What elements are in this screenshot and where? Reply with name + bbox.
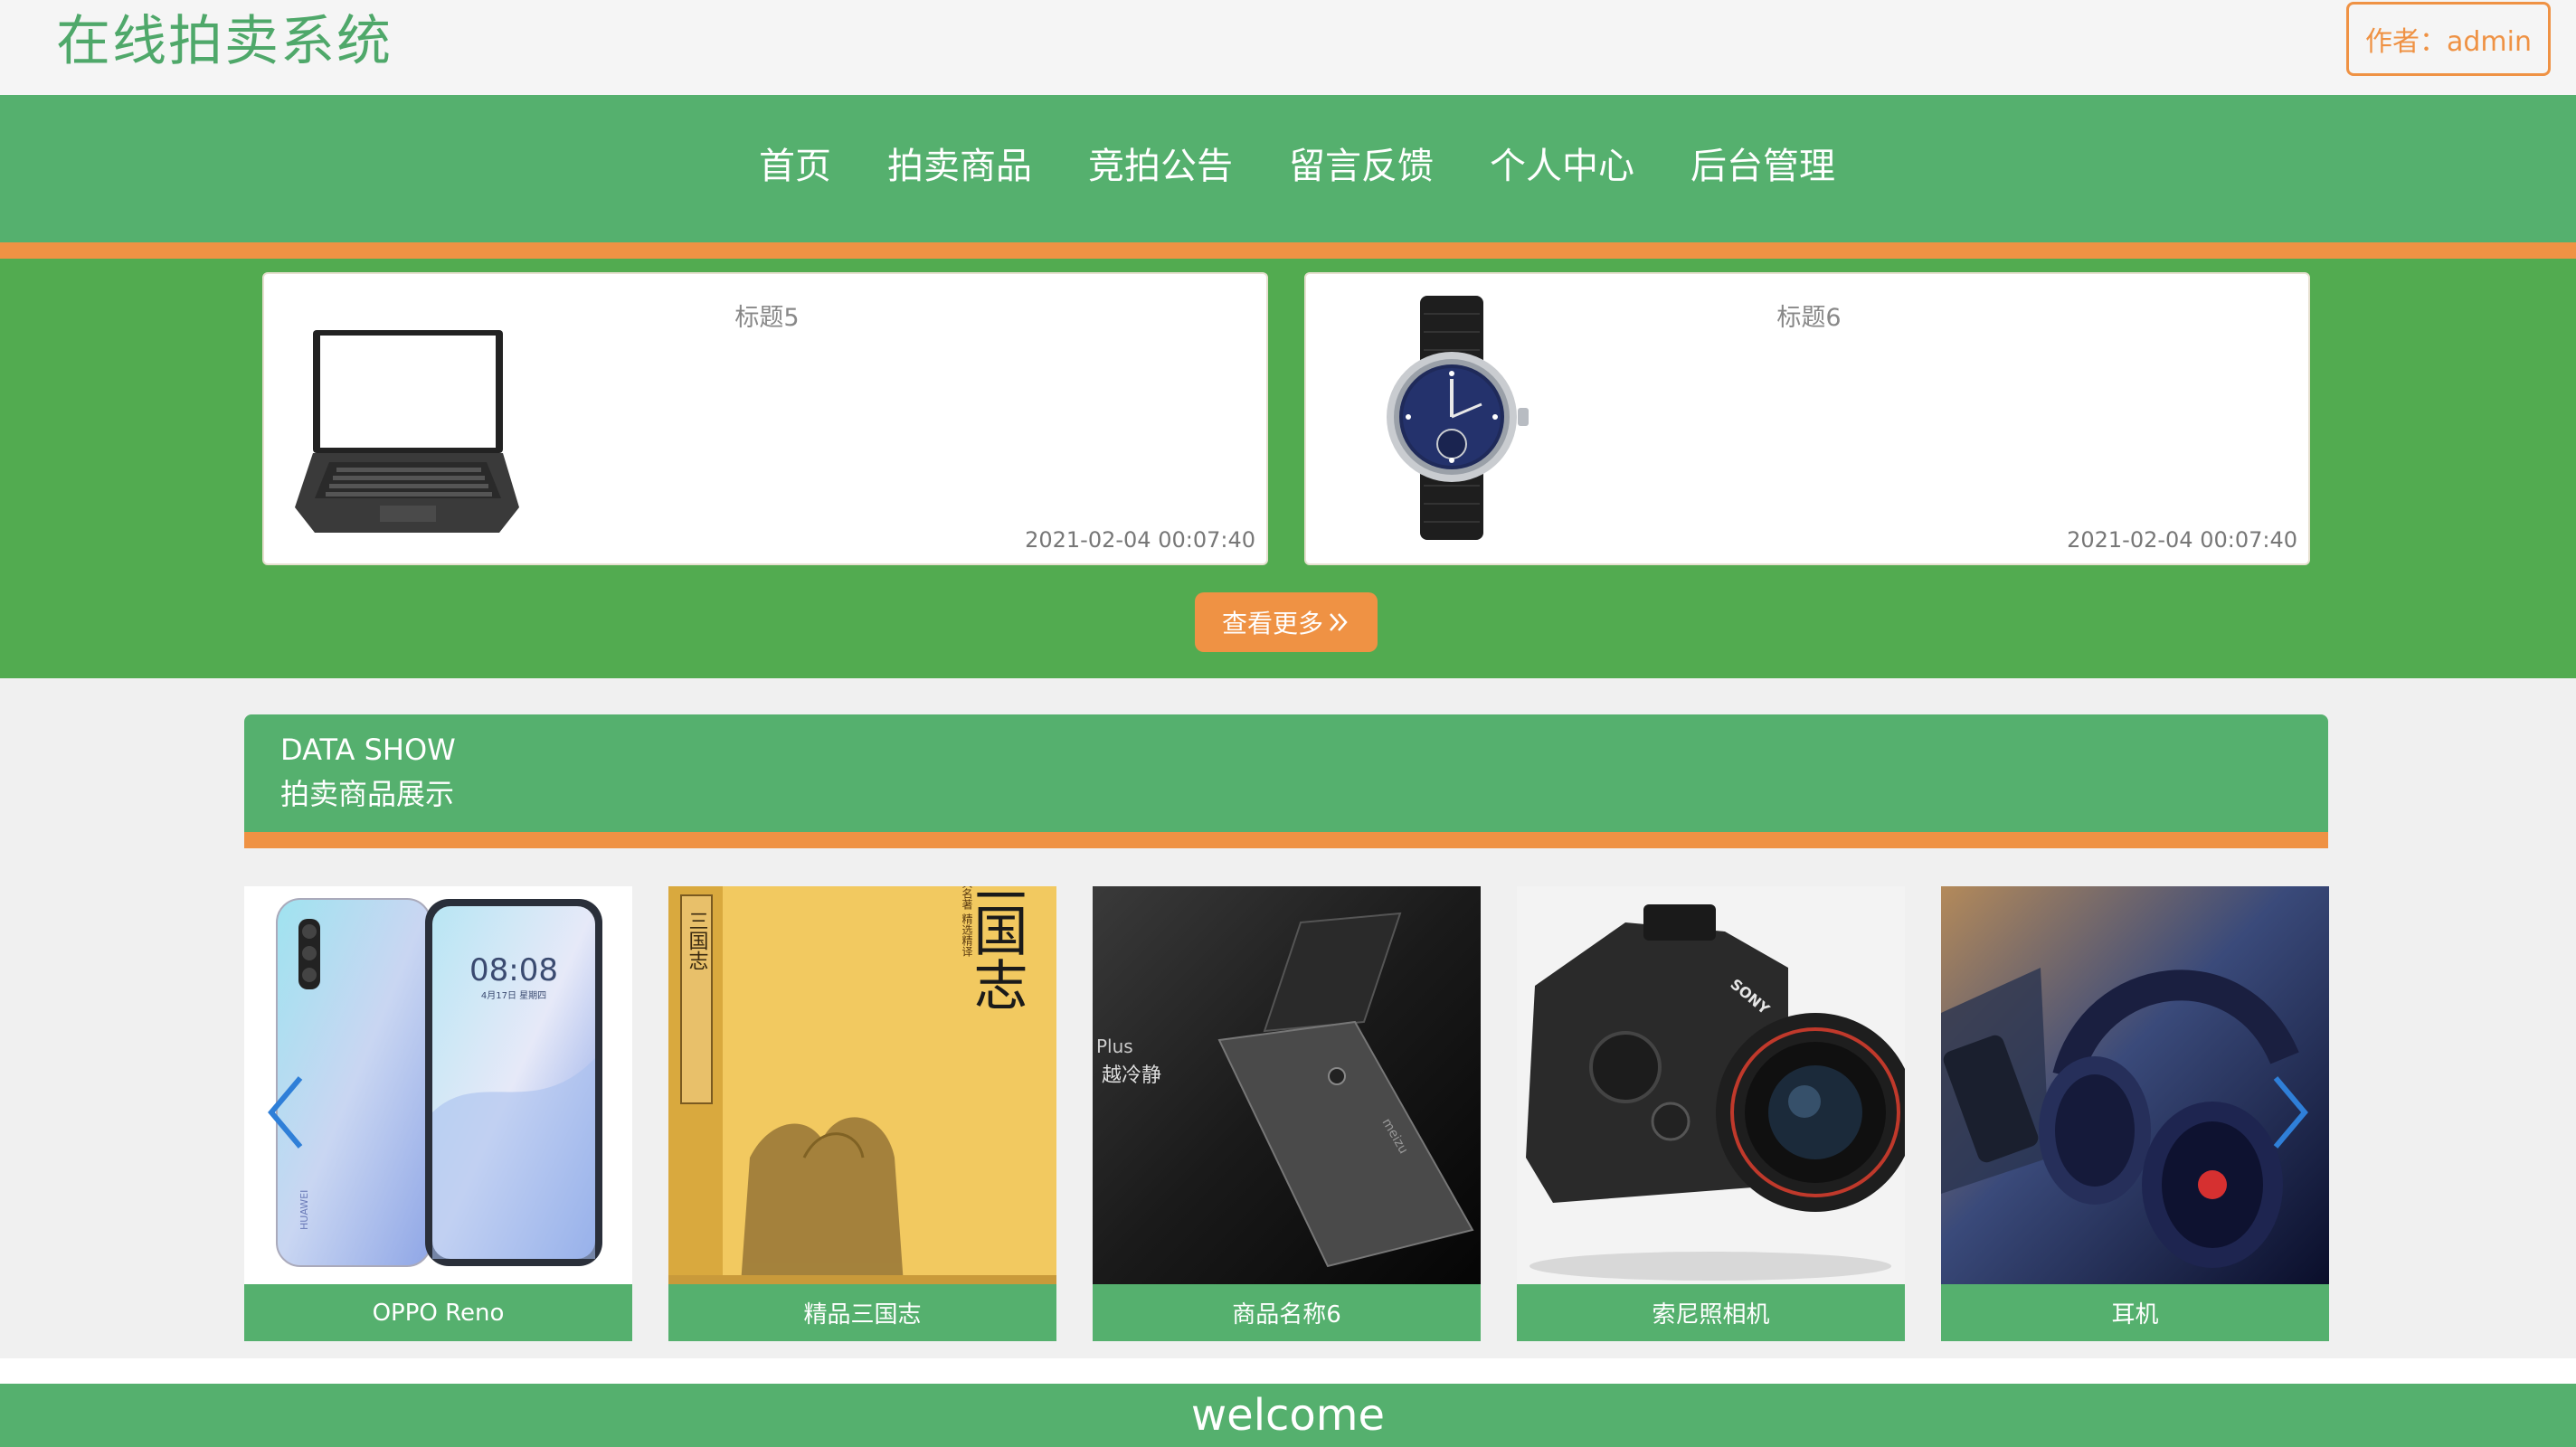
book-subtitle: 古典名著 精选精译 xyxy=(961,886,973,957)
double-chevron-right-icon xyxy=(1330,613,1348,631)
product-card[interactable]: Plus 越冷静 meizu 商品名称6 xyxy=(1093,886,1481,1341)
product-name[interactable]: 精品三国志 xyxy=(668,1284,1056,1341)
phone-clock: 08:08 xyxy=(469,952,558,988)
phone-ad-line2: 越冷静 xyxy=(1102,1064,1161,1087)
phone-ad-line1: Plus xyxy=(1096,1036,1133,1057)
section-divider xyxy=(244,832,2328,848)
product-card[interactable]: SONY 索尼照相机 xyxy=(1517,886,1905,1341)
section-title-cn: 拍卖商品展示 xyxy=(280,777,455,811)
product-image: SONY xyxy=(1517,886,1905,1284)
footer-banner: welcome xyxy=(0,1384,2576,1447)
news-section: 标题5 2021-02-04 00:07:40 标题6 2021-02-04 0… xyxy=(0,259,2576,678)
nav-item-home[interactable]: 首页 xyxy=(759,137,831,189)
nav-item-auction-goods[interactable]: 拍卖商品 xyxy=(887,137,1032,189)
product-name[interactable]: 商品名称6 xyxy=(1093,1284,1481,1341)
nav-divider xyxy=(0,242,2576,259)
product-name[interactable]: 索尼照相机 xyxy=(1517,1284,1905,1341)
news-title[interactable]: 标题5 xyxy=(264,298,1270,333)
product-name[interactable]: 耳机 xyxy=(1941,1284,2329,1341)
news-date: 2021-02-04 00:07:40 xyxy=(1025,527,1255,553)
nav-item-feedback[interactable]: 留言反馈 xyxy=(1289,137,1434,189)
view-more-button[interactable]: 查看更多 xyxy=(1195,592,1378,652)
nav-item-admin[interactable]: 后台管理 xyxy=(1690,137,1835,189)
carousel-next-arrow-icon[interactable] xyxy=(2261,1067,2316,1158)
news-title[interactable]: 标题6 xyxy=(1306,298,2312,333)
page: 在线拍卖系统 作者：admin 首页 拍卖商品 竞拍公告 留言反馈 个人中心 后… xyxy=(0,0,2576,1447)
view-more-label: 查看更多 xyxy=(1221,609,1323,638)
phone-brand-text: HUAWEI xyxy=(298,1190,310,1230)
book-title: 三国志 xyxy=(964,886,1028,1011)
author-badge[interactable]: 作者：admin xyxy=(2346,2,2551,76)
product-image: 三国志 三国志 古典名著 精选精译 xyxy=(668,886,1056,1284)
carousel-prev-arrow-icon[interactable] xyxy=(260,1067,315,1158)
site-title: 在线拍卖系统 xyxy=(56,10,393,73)
section-title-en: DATA SHOW xyxy=(280,733,456,767)
product-card[interactable]: 三国志 三国志 古典名著 精选精译 精品三国志 xyxy=(668,886,1056,1341)
nav-item-user-center[interactable]: 个人中心 xyxy=(1490,137,1634,189)
top-header: 在线拍卖系统 作者：admin xyxy=(0,0,2576,95)
product-image: Plus 越冷静 meizu xyxy=(1093,886,1481,1284)
main-navigation: 首页 拍卖商品 竞拍公告 留言反馈 个人中心 后台管理 xyxy=(0,95,2576,242)
product-carousel: HUAWEI 08:08 4月17日 星期四 OPPO Reno 三国志 三国志 xyxy=(244,886,2329,1343)
phone-date: 4月17日 星期四 xyxy=(481,990,546,1001)
news-card[interactable]: 标题5 2021-02-04 00:07:40 xyxy=(262,272,1268,565)
product-name[interactable]: OPPO Reno xyxy=(244,1284,632,1341)
laptop-image xyxy=(295,330,519,533)
news-date: 2021-02-04 00:07:40 xyxy=(2067,527,2297,553)
nav-item-bidding-notices[interactable]: 竞拍公告 xyxy=(1088,137,1233,189)
footer-text: welcome xyxy=(1190,1390,1386,1441)
footer-spacer xyxy=(0,1358,2576,1384)
news-card[interactable]: 标题6 2021-02-04 00:07:40 xyxy=(1304,272,2310,565)
book-spine-title: 三国志 xyxy=(686,911,708,970)
data-show-header: DATA SHOW 拍卖商品展示 xyxy=(244,714,2328,832)
